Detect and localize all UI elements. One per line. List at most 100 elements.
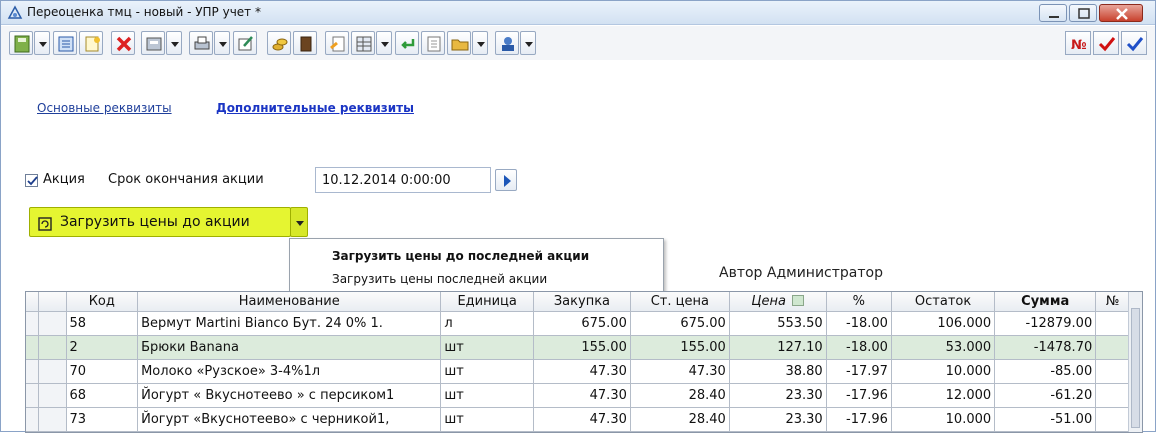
cell-name[interactable]: Молоко «Рузское» 3-4%1л	[137, 359, 442, 384]
cell-unit[interactable]: шт	[440, 407, 534, 432]
table-row[interactable]: 70 Молоко «Рузское» 3-4%1л шт 47.30 47.3…	[26, 359, 1130, 384]
cell-name[interactable]: Йогурт « Вкуснотеево » с персиком1	[137, 383, 442, 408]
book-icon[interactable]	[293, 31, 317, 55]
edit-icon[interactable]	[233, 31, 257, 55]
cell-sum[interactable]: -85.00	[994, 359, 1097, 384]
cell-price[interactable]: 127.10	[729, 335, 827, 360]
col-header-stock[interactable]: Остаток	[891, 292, 996, 312]
scrollbar-thumb[interactable]	[1131, 308, 1140, 428]
cell-code[interactable]: 73	[66, 407, 139, 432]
tab-extra-requisites[interactable]: Дополнительные реквизиты	[216, 101, 414, 115]
table-row[interactable]: 68 Йогурт « Вкуснотеево » с персиком1 шт…	[26, 383, 1130, 408]
dropdown-arrow-icon[interactable]	[166, 31, 182, 55]
check-icon[interactable]	[1121, 31, 1147, 55]
minimize-button[interactable]	[1039, 4, 1067, 22]
col-header-purchase[interactable]: Закупка	[533, 292, 631, 312]
user-icon[interactable]	[495, 31, 519, 55]
cell-old-price[interactable]: 47.30	[630, 359, 730, 384]
cell-sum[interactable]: -51.00	[994, 407, 1097, 432]
cell-number[interactable]	[1095, 359, 1130, 384]
folder-icon[interactable]	[447, 31, 471, 55]
cell-purchase[interactable]: 47.30	[533, 383, 631, 408]
cell-unit[interactable]: шт	[440, 383, 534, 408]
promo-end-date-input[interactable]	[315, 167, 491, 193]
col-header-price[interactable]: Цена	[729, 292, 827, 312]
cell-price[interactable]: 553.50	[729, 311, 827, 336]
cell-code[interactable]: 68	[66, 383, 139, 408]
dropdown-arrow-icon[interactable]	[472, 31, 488, 55]
cell-stock[interactable]: 10.000	[891, 359, 996, 384]
cell-purchase[interactable]: 47.30	[533, 407, 631, 432]
cell-sum[interactable]: -61.20	[994, 383, 1097, 408]
cell-percent[interactable]: -18.00	[826, 335, 892, 360]
new-document-icon[interactable]	[79, 31, 103, 55]
cell-number[interactable]	[1095, 311, 1130, 336]
cell-name[interactable]: Йогурт «Вкуснотеево» с черникой1,	[137, 407, 442, 432]
cell-stock[interactable]: 106.000	[891, 311, 996, 336]
dropdown-arrow-icon[interactable]	[520, 31, 536, 55]
col-header-name[interactable]: Наименование	[137, 292, 442, 312]
cell-code[interactable]: 70	[66, 359, 139, 384]
cell-stock[interactable]: 12.000	[891, 383, 996, 408]
cell-old-price[interactable]: 155.00	[630, 335, 730, 360]
cell-percent[interactable]: -18.00	[826, 311, 892, 336]
cell-unit[interactable]: шт	[440, 359, 534, 384]
tab-basic-requisites[interactable]: Основные реквизиты	[37, 101, 172, 115]
col-header-percent[interactable]: %	[826, 292, 892, 312]
save-icon[interactable]	[9, 31, 33, 55]
cell-sum[interactable]: -12879.00	[994, 311, 1097, 336]
table-icon[interactable]	[351, 31, 375, 55]
col-header-unit[interactable]: Единица	[440, 292, 534, 312]
cell-stock[interactable]: 53.000	[891, 335, 996, 360]
close-button[interactable]	[1099, 4, 1143, 22]
archive-icon[interactable]	[141, 31, 165, 55]
cell-stock[interactable]: 10.000	[891, 407, 996, 432]
number-icon[interactable]: №	[1065, 31, 1091, 55]
promo-checkbox[interactable]	[25, 174, 38, 187]
vertical-scrollbar[interactable]	[1128, 292, 1142, 432]
cell-number[interactable]	[1095, 383, 1130, 408]
cell-number[interactable]	[1095, 335, 1130, 360]
load-prices-button[interactable]: Загрузить цены до акции	[29, 207, 291, 237]
enter-arrow-icon[interactable]	[395, 31, 419, 55]
cell-sum[interactable]: -1478.70	[994, 335, 1097, 360]
cell-percent[interactable]: -17.96	[826, 383, 892, 408]
cell-price[interactable]: 23.30	[729, 383, 827, 408]
cell-old-price[interactable]: 28.40	[630, 407, 730, 432]
cell-purchase[interactable]: 675.00	[533, 311, 631, 336]
cell-code[interactable]: 2	[66, 335, 139, 360]
check-icon[interactable]	[1093, 31, 1119, 55]
dropdown-arrow-icon[interactable]	[214, 31, 230, 55]
col-header-code[interactable]: Код	[66, 292, 139, 312]
maximize-button[interactable]	[1069, 4, 1097, 22]
print-icon[interactable]	[189, 31, 213, 55]
document-grid-icon[interactable]	[421, 31, 445, 55]
col-header-sum[interactable]: Сумма	[994, 292, 1097, 312]
cell-unit[interactable]: л	[440, 311, 534, 336]
cell-name[interactable]: Брюки Banana	[137, 335, 442, 360]
cell-percent[interactable]: -17.97	[826, 359, 892, 384]
cell-old-price[interactable]: 675.00	[630, 311, 730, 336]
cell-unit[interactable]: шт	[440, 335, 534, 360]
cell-price[interactable]: 38.80	[729, 359, 827, 384]
coins-icon[interactable]	[267, 31, 291, 55]
cell-price[interactable]: 23.30	[729, 407, 827, 432]
cell-number[interactable]	[1095, 407, 1130, 432]
col-header-old-price[interactable]: Ст. цена	[630, 292, 730, 312]
menu-item-last-promo[interactable]: Загрузить цены последней акции	[332, 272, 547, 286]
table-row[interactable]: 58 Вермут Martini Bianco Бут. 24 0% 1. л…	[26, 311, 1130, 336]
col-header-number[interactable]: №	[1095, 292, 1130, 312]
delete-icon[interactable]	[111, 31, 135, 55]
table-row[interactable]: 73 Йогурт «Вкуснотеево» с черникой1, шт …	[26, 407, 1130, 432]
dropdown-arrow-icon[interactable]	[34, 31, 50, 55]
cell-purchase[interactable]: 47.30	[533, 359, 631, 384]
cell-name[interactable]: Вермут Martini Bianco Бут. 24 0% 1.	[137, 311, 442, 336]
cell-code[interactable]: 58	[66, 311, 139, 336]
document-arrow-icon[interactable]	[325, 31, 349, 55]
dropdown-arrow-icon[interactable]	[376, 31, 392, 55]
list-icon[interactable]	[53, 31, 77, 55]
calendar-arrow-icon[interactable]	[495, 169, 517, 191]
cell-percent[interactable]: -17.96	[826, 407, 892, 432]
load-prices-dropdown[interactable]	[290, 207, 308, 237]
cell-purchase[interactable]: 155.00	[533, 335, 631, 360]
